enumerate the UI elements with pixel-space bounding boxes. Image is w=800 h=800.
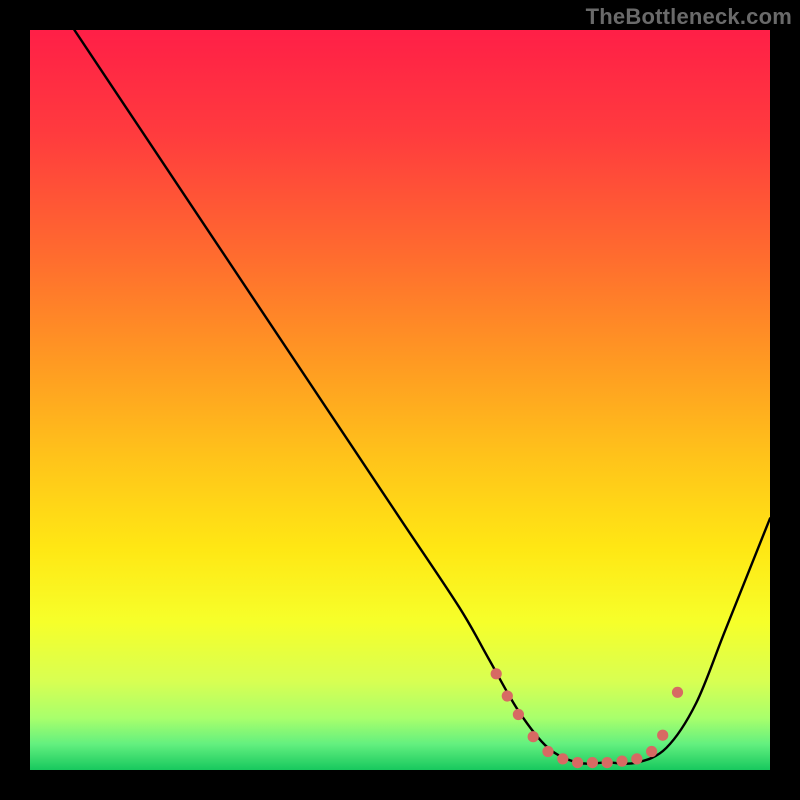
bottleneck-chart: [30, 30, 770, 770]
marker-dot: [587, 757, 598, 768]
marker-dot: [657, 730, 668, 741]
marker-dot: [513, 709, 524, 720]
marker-dot: [672, 687, 683, 698]
marker-dot: [491, 668, 502, 679]
marker-dot: [572, 757, 583, 768]
gradient-background: [30, 30, 770, 770]
marker-dot: [542, 746, 553, 757]
chart-frame: TheBottleneck.com: [0, 0, 800, 800]
marker-dot: [616, 756, 627, 767]
watermark-text: TheBottleneck.com: [586, 4, 792, 30]
marker-dot: [502, 690, 513, 701]
plot-area: [30, 30, 770, 770]
marker-dot: [646, 746, 657, 757]
marker-dot: [631, 753, 642, 764]
marker-dot: [528, 731, 539, 742]
marker-dot: [602, 757, 613, 768]
marker-dot: [557, 753, 568, 764]
